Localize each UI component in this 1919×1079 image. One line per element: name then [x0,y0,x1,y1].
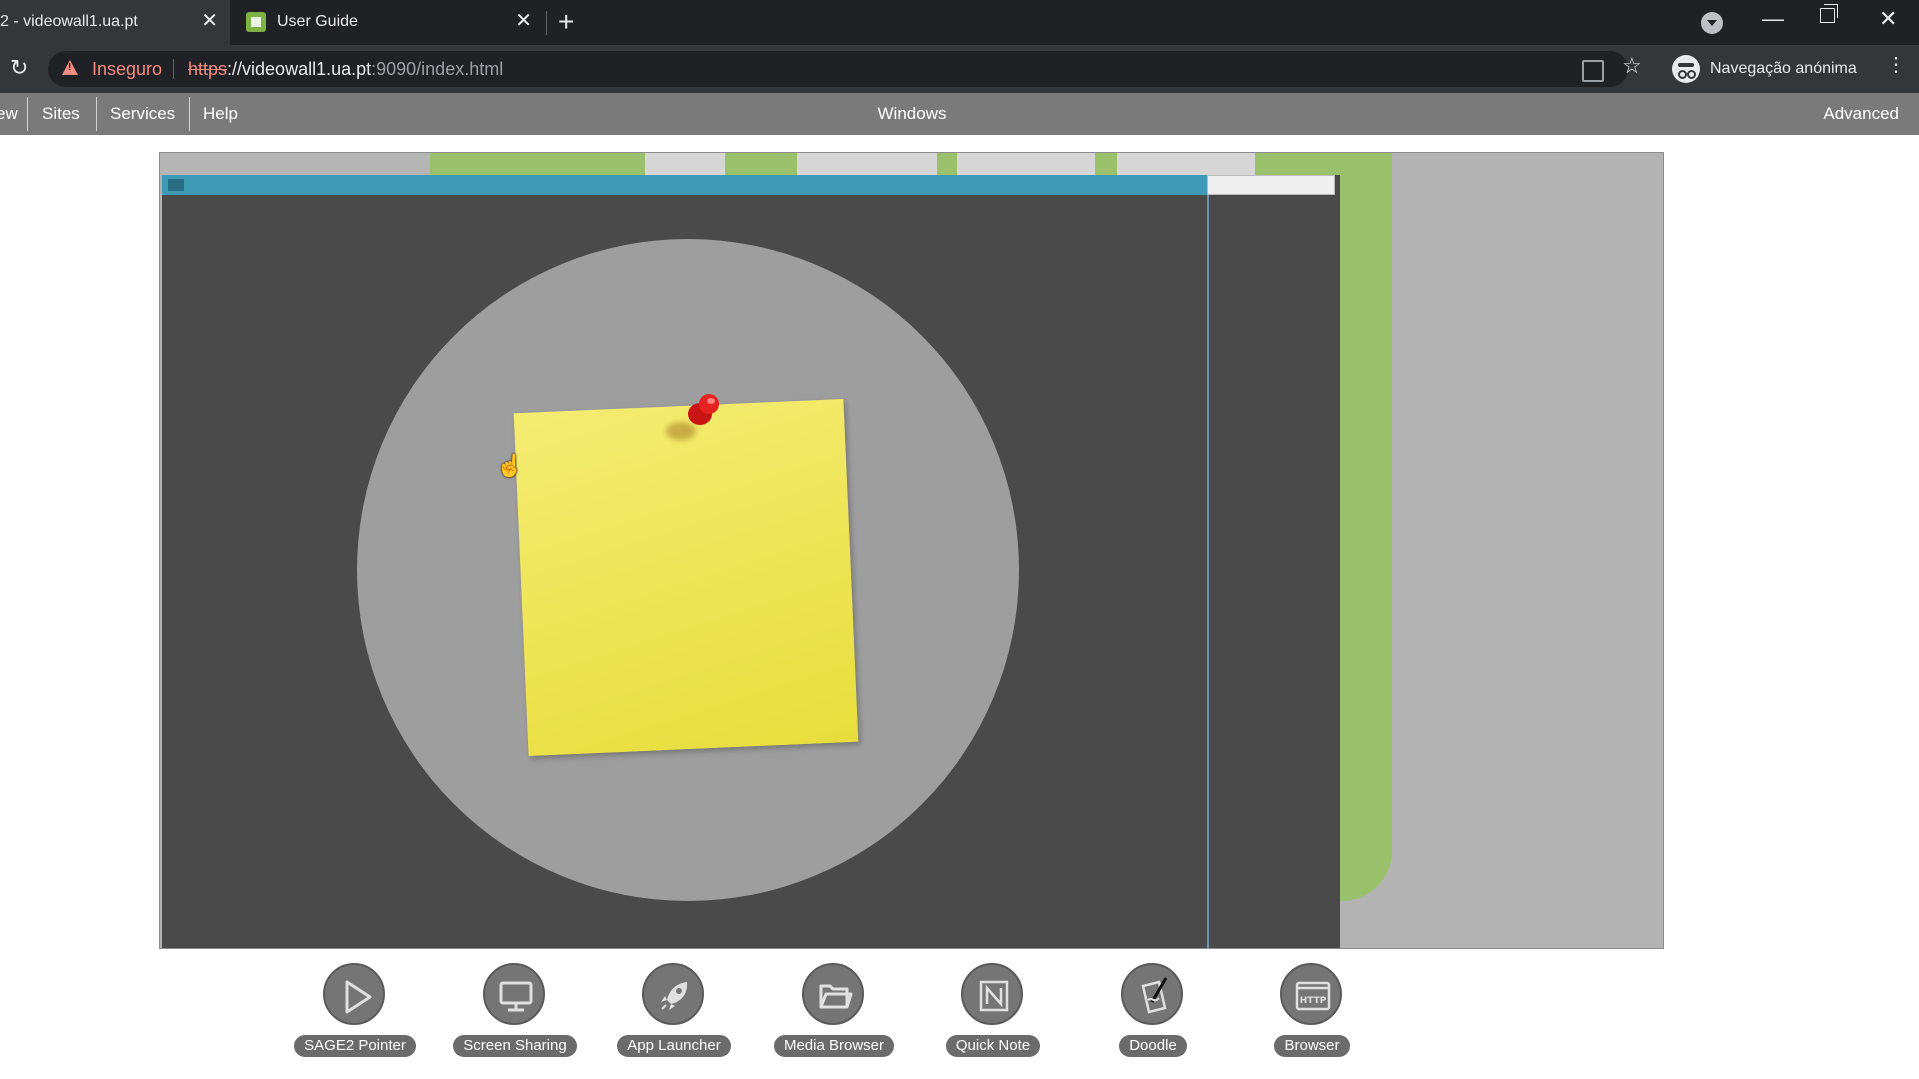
folder-icon [802,963,864,1025]
wall-segment [430,153,645,175]
url-path: :9090/index.html [371,59,504,79]
app-launcher-button[interactable]: App Launcher [604,963,744,1059]
tool-label: Doodle [1119,1035,1187,1057]
incognito-icon [1672,55,1700,83]
http-icon: HTTP [1280,963,1342,1025]
sticky-note-image [513,398,859,757]
tab-videowall[interactable]: 2 - videowall1.ua.pt ✕ [0,0,230,45]
tab-divider [546,11,547,35]
tab-close-icon[interactable]: ✕ [201,10,218,32]
wall-segment [1117,153,1255,175]
app-window-icon [168,179,184,191]
menu-kebab-icon[interactable]: ⋮ [1886,55,1906,75]
push-pin-icon [688,394,719,425]
app-title-bar[interactable] [162,175,1207,195]
tab-close-icon[interactable]: ✕ [515,10,532,32]
restore-icon[interactable] [1820,4,1838,23]
wall-segment [725,153,797,175]
url-divider [173,59,174,79]
warning-triangle-icon [62,60,78,75]
tool-label: Media Browser [773,1035,895,1057]
bookmark-star-icon[interactable]: ☆ [1622,53,1642,79]
translate-icon[interactable] [1582,60,1604,82]
nav-windows-title: Windows [877,104,947,123]
tool-label: Browser [1274,1035,1350,1057]
svg-text:HTTP: HTTP [1300,996,1327,1006]
tab-search-icon[interactable] [1701,12,1723,34]
tab-user-guide[interactable]: User Guide ✕ [232,0,542,45]
url-host: ://videowall1.ua.pt [227,59,372,79]
wall-segment [797,153,937,175]
tab-title: User Guide [277,13,358,30]
tool-label: Quick Note [945,1035,1041,1057]
tab-title: 2 - videowall1.ua.pt [0,13,138,30]
url-scheme: https [188,59,228,79]
app-title-panel[interactable] [1207,175,1335,195]
sage2-pointer-button[interactable]: SAGE2 Pointer [285,963,425,1059]
minimize-icon[interactable]: — [1762,6,1784,32]
wall-segment [645,153,725,175]
browser-toolbar: ↻ Inseguro https://videowall1.ua.pt:9090… [0,45,1919,93]
url-text[interactable]: https://videowall1.ua.pt:9090/index.html [188,59,503,80]
browser-button[interactable]: HTTP Browser [1242,963,1382,1059]
tool-label: Screen Sharing [453,1035,577,1057]
quick-note-button[interactable]: Quick Note [923,963,1063,1059]
window-close-icon[interactable]: ✕ [1879,6,1897,32]
screen-sharing-button[interactable]: Screen Sharing [445,963,585,1059]
incognito-profile[interactable]: Navegação anónima [1672,51,1857,87]
security-label[interactable]: Inseguro [92,59,162,80]
user-guide-favicon-icon [246,12,266,32]
incognito-label: Navegação anónima [1710,60,1857,77]
address-bar[interactable]: Inseguro https://videowall1.ua.pt:9090/i… [48,51,1628,87]
wall-segment [957,153,1095,175]
doodle-icon [1121,963,1183,1025]
wall-segment [1095,153,1117,175]
wall-segment [937,153,957,175]
sage2-navbar: ew Sites Services Help Windows Advanced [0,93,1919,135]
doodle-button[interactable]: Doodle [1083,963,1223,1059]
reload-icon[interactable]: ↻ [10,55,28,81]
wall-segment [160,153,430,175]
monitor-icon [483,963,545,1025]
display-wall-canvas[interactable]: ☝ [159,152,1664,949]
pointer-icon [323,963,385,1025]
browser-tab-bar: 2 - videowall1.ua.pt ✕ User Guide ✕ + — … [0,0,1919,45]
app-partition-line [1207,195,1209,948]
quick-note-app-window[interactable]: ☝ [162,175,1340,948]
tool-label: SAGE2 Pointer [294,1035,416,1057]
media-browser-button[interactable]: Media Browser [764,963,904,1059]
note-icon [961,963,1023,1025]
new-tab-plus-icon[interactable]: + [558,6,574,38]
hand-cursor-icon: ☝ [496,453,524,478]
green-app-window[interactable] [1340,153,1392,901]
rocket-icon [642,963,704,1025]
tool-label: App Launcher [617,1035,731,1057]
nav-item-advanced[interactable]: Advanced [1823,93,1899,135]
